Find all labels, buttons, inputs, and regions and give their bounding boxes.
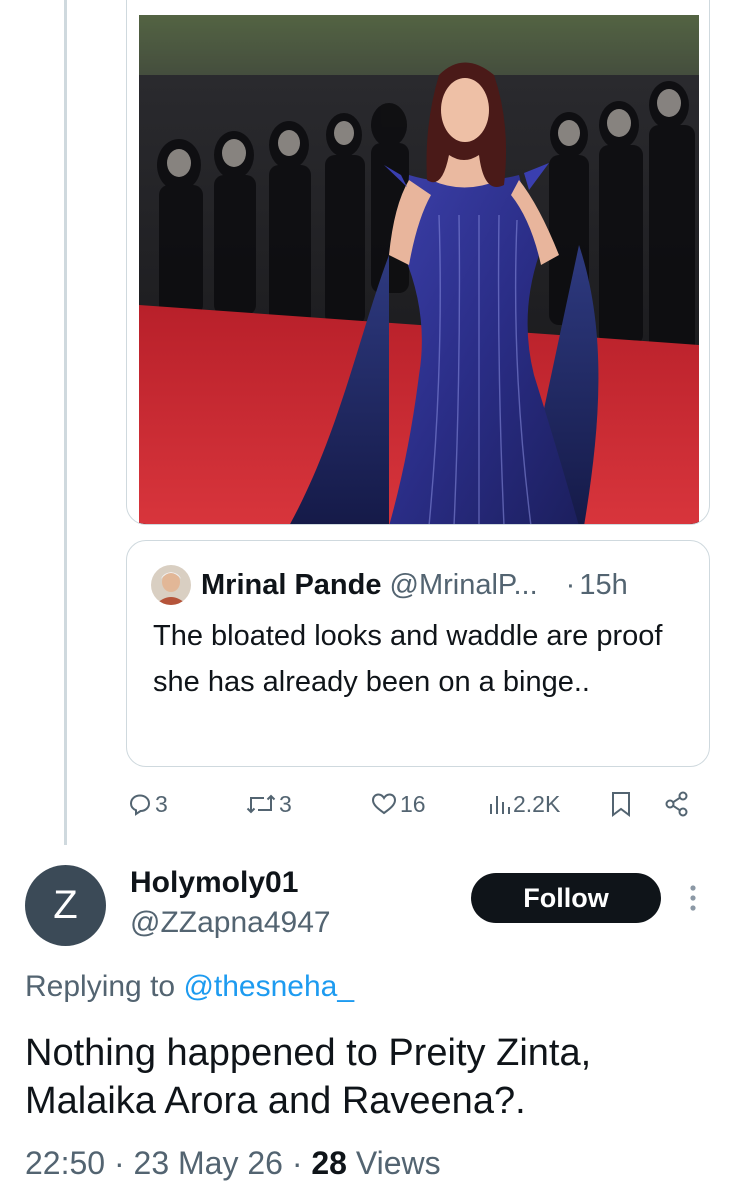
reply-icon	[129, 794, 151, 816]
like-count: 16	[400, 790, 426, 817]
tweet-metadata: 22:50 · 23 May 26 · 28 Views	[25, 1145, 441, 1182]
views-count: 2.2K	[513, 790, 561, 817]
media-card[interactable]	[126, 0, 710, 525]
more-options-button[interactable]	[683, 878, 703, 918]
repost-button[interactable]: 3	[246, 784, 292, 824]
replying-to-mention[interactable]: @thesneha_	[183, 970, 354, 1003]
separator-dot: ·	[113, 1145, 125, 1181]
like-icon	[371, 793, 397, 815]
like-button[interactable]: 16	[371, 784, 426, 824]
tweet-action-bar: 3 3 16 2.2K	[128, 784, 708, 824]
views-icon	[490, 796, 510, 814]
bookmark-icon	[612, 792, 630, 817]
quoted-handle[interactable]: @MrinalP...	[390, 569, 538, 602]
repost-count: 3	[279, 790, 292, 817]
quoted-tweet-header: Mrinal Pande @MrinalP... · 15h	[151, 565, 689, 605]
views-button[interactable]: 2.2K	[488, 784, 560, 824]
share-icon	[665, 791, 688, 817]
views-label: Views	[355, 1145, 441, 1181]
bookmark-button[interactable]	[610, 784, 632, 824]
quoted-display-name[interactable]: Mrinal Pande	[201, 569, 382, 602]
quoted-tweet-card[interactable]: Mrinal Pande @MrinalP... · 15h The bloat…	[126, 540, 710, 767]
reply-button[interactable]: 3	[128, 784, 168, 824]
reply-count: 3	[155, 790, 168, 817]
profile-avatar-icon[interactable]	[151, 565, 191, 605]
tweet-date[interactable]: 23 May 26	[134, 1145, 283, 1181]
replying-to-label: Replying to	[25, 970, 176, 1003]
more-vertical-icon	[690, 885, 696, 911]
thread-connector-line	[64, 0, 67, 845]
quoted-tweet-text: The bloated looks and waddle are proof s…	[153, 620, 663, 698]
share-button[interactable]	[664, 784, 690, 824]
separator-dot: ·	[291, 1145, 303, 1181]
tweet-text: Nothing happened to Preity Zinta, Malaik…	[25, 1032, 592, 1122]
tweet-photo[interactable]	[139, 15, 699, 524]
display-name[interactable]: Holymoly01	[130, 866, 298, 900]
tweet-time[interactable]: 22:50	[25, 1145, 105, 1181]
photo-red-carpet-icon	[139, 15, 699, 524]
separator-dot: ·	[565, 568, 576, 601]
follow-button[interactable]: Follow	[471, 873, 661, 923]
quoted-timestamp[interactable]: 15h	[579, 569, 627, 602]
replying-to-line: Replying to @thesneha_	[25, 970, 354, 1004]
views-total: 28	[311, 1145, 347, 1181]
avatar[interactable]: Z	[25, 865, 106, 946]
username[interactable]: @ZZapna4947	[130, 906, 331, 940]
repost-icon	[246, 794, 276, 814]
